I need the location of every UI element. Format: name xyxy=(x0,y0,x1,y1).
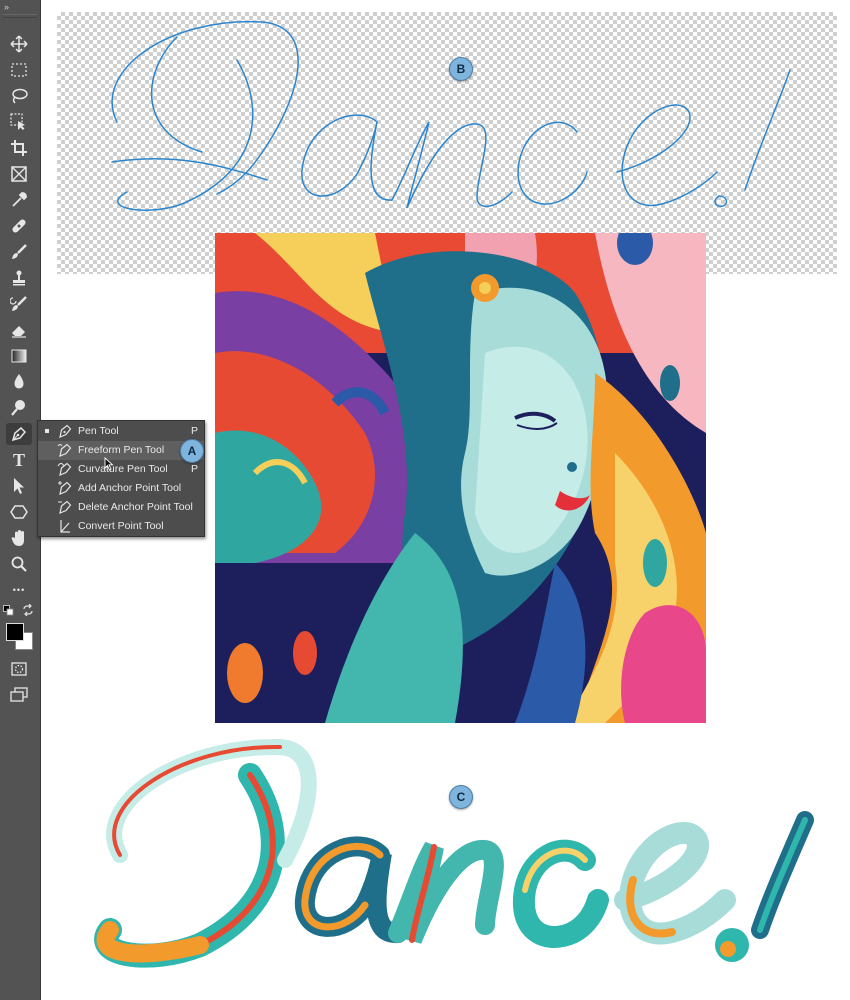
brush-icon[interactable] xyxy=(6,241,32,263)
menu-item-label: Freeform Pen Tool xyxy=(78,444,165,456)
callout-a: A xyxy=(180,439,204,463)
menu-item-convert-point-tool[interactable]: Convert Point Tool xyxy=(38,517,204,536)
more-tools-icon[interactable]: ••• xyxy=(6,579,32,601)
type-tool-glyph: T xyxy=(12,449,25,470)
pen-tools-flyout: Pen Tool P Freeform Pen Tool Curvature P… xyxy=(37,420,205,537)
object-select-icon[interactable] xyxy=(6,111,32,133)
swap-colors-icon[interactable] xyxy=(22,604,34,616)
blur-icon[interactable] xyxy=(6,371,32,393)
move-tool-icon[interactable] xyxy=(6,33,32,55)
screen-mode-icon[interactable] xyxy=(6,684,32,706)
convert-point-icon xyxy=(60,520,70,533)
mouse-cursor-icon xyxy=(104,457,114,471)
zoom-icon[interactable] xyxy=(6,553,32,575)
shape-icon[interactable] xyxy=(6,501,32,523)
frame-icon[interactable] xyxy=(6,163,32,185)
default-colors-icon[interactable] xyxy=(3,605,14,616)
path-select-icon[interactable] xyxy=(6,475,32,497)
selected-indicator xyxy=(45,429,49,433)
eyedropper-icon[interactable] xyxy=(6,189,32,211)
artwork-woman-portrait xyxy=(215,233,706,723)
healing-brush-icon[interactable] xyxy=(6,215,32,237)
collapse-panel-icon[interactable]: » xyxy=(4,2,9,12)
add-anchor-point-icon xyxy=(58,481,72,495)
menu-item-pen-tool[interactable]: Pen Tool P xyxy=(38,422,204,441)
eraser-icon[interactable] xyxy=(6,319,32,341)
callout-b: B xyxy=(449,57,473,81)
menu-item-delete-anchor-point-tool[interactable]: Delete Anchor Point Tool xyxy=(38,498,204,517)
curvature-pen-icon xyxy=(57,462,72,476)
pen-icon xyxy=(59,424,72,438)
menu-item-label: Convert Point Tool xyxy=(78,520,164,532)
lasso-icon[interactable] xyxy=(6,85,32,107)
pen-icon[interactable] xyxy=(6,423,32,445)
menu-item-label: Pen Tool xyxy=(78,425,119,437)
panel-grip[interactable] xyxy=(3,14,37,18)
freeform-pen-icon xyxy=(57,443,72,457)
quick-mask-icon[interactable] xyxy=(6,658,32,680)
hand-icon[interactable] xyxy=(6,527,32,549)
menu-item-add-anchor-point-tool[interactable]: Add Anchor Point Tool xyxy=(38,479,204,498)
delete-anchor-point-icon xyxy=(58,500,72,514)
history-brush-icon[interactable] xyxy=(6,293,32,315)
rect-marquee-icon[interactable] xyxy=(6,59,32,81)
foreground-color-swatch[interactable] xyxy=(6,623,24,641)
menu-item-label: Curvature Pen Tool xyxy=(78,463,168,475)
type-icon[interactable]: T xyxy=(6,449,32,471)
clone-stamp-icon[interactable] xyxy=(6,267,32,289)
menu-item-curvature-pen-tool[interactable]: Curvature Pen Tool P xyxy=(38,460,204,479)
menu-item-label: Delete Anchor Point Tool xyxy=(78,501,193,513)
more-tools-glyph: ••• xyxy=(12,585,26,595)
callout-c: C xyxy=(449,785,473,809)
painted-dance-lettering xyxy=(94,738,814,968)
menu-item-shortcut: P xyxy=(190,425,198,437)
menu-item-label: Add Anchor Point Tool xyxy=(78,482,182,494)
gradient-icon[interactable] xyxy=(6,345,32,367)
menu-item-shortcut: P xyxy=(190,463,198,475)
tools-panel: » T ••• xyxy=(0,0,41,1000)
crop-icon[interactable] xyxy=(6,137,32,159)
dodge-icon[interactable] xyxy=(6,397,32,419)
